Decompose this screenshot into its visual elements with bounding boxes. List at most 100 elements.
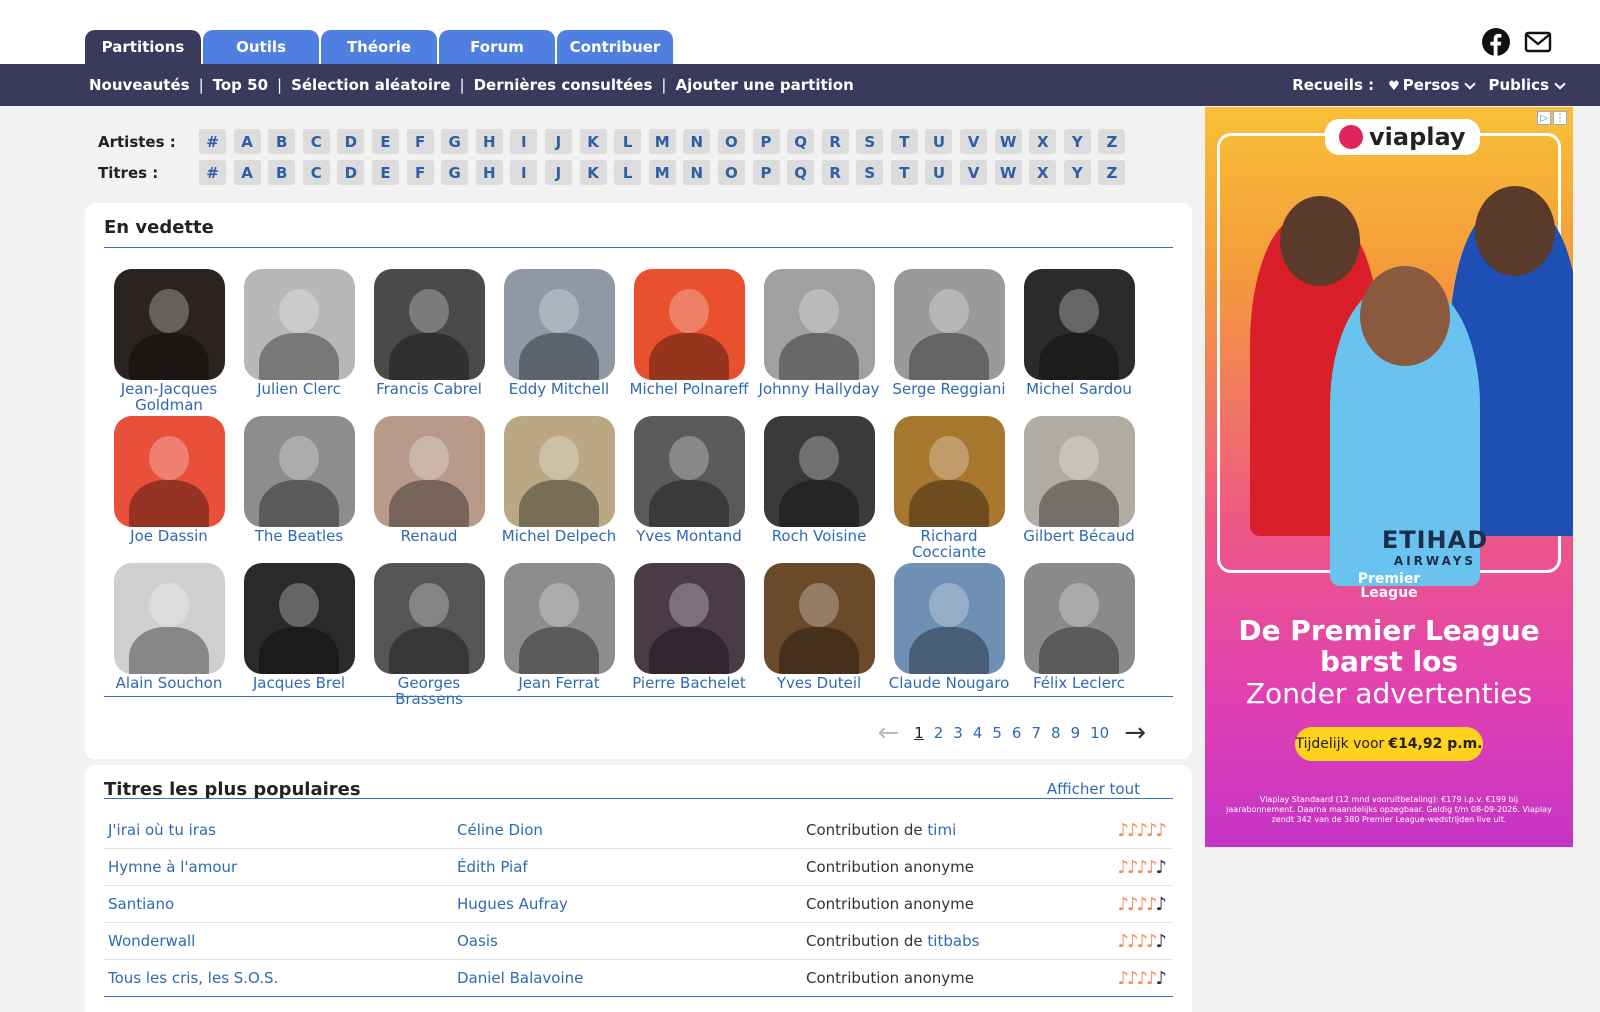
- song-artist-link[interactable]: Hugues Aufray: [457, 895, 806, 913]
- artist-name[interactable]: Alain Souchon: [104, 675, 234, 691]
- artist-photo[interactable]: [113, 563, 225, 674]
- song-artist-link[interactable]: Oasis: [457, 932, 806, 950]
- artist-name[interactable]: Félix Leclerc: [1014, 675, 1144, 691]
- titles-letter-h[interactable]: H: [475, 160, 503, 185]
- nav-ajouter-partition[interactable]: Ajouter une partition: [675, 76, 853, 94]
- titles-letter-j[interactable]: J: [544, 160, 572, 185]
- artist-name[interactable]: Yves Duteil: [754, 675, 884, 691]
- artist-photo[interactable]: [1023, 416, 1135, 527]
- mail-icon[interactable]: [1524, 28, 1552, 56]
- artists-letter-n[interactable]: N: [683, 129, 711, 154]
- titles-letter-l[interactable]: L: [614, 160, 642, 185]
- artist-name[interactable]: Francis Cabrel: [364, 381, 494, 397]
- song-artist-link[interactable]: Édith Piaf: [457, 858, 806, 876]
- artists-letter-o[interactable]: O: [717, 129, 745, 154]
- artists-letter-r[interactable]: R: [821, 129, 849, 154]
- titles-letter-d[interactable]: D: [337, 160, 365, 185]
- song-title-link[interactable]: Santiano: [104, 895, 457, 913]
- titles-letter-k[interactable]: K: [579, 160, 607, 185]
- featured-artist[interactable]: Roch Voisine: [754, 416, 884, 563]
- artists-letter-s[interactable]: S: [856, 129, 884, 154]
- song-title-link[interactable]: Hymne à l'amour: [104, 858, 457, 876]
- tab-theorie[interactable]: Théorie: [321, 30, 437, 64]
- artist-name[interactable]: Jacques Brel: [234, 675, 364, 691]
- artists-letter-h[interactable]: H: [475, 129, 503, 154]
- artist-photo[interactable]: [243, 416, 355, 527]
- facebook-icon[interactable]: [1482, 28, 1510, 56]
- nav-top-50[interactable]: Top 50: [213, 76, 268, 94]
- artist-name[interactable]: Michel Polnareff: [624, 381, 754, 397]
- artists-letter-t[interactable]: T: [890, 129, 918, 154]
- page-link[interactable]: 10: [1090, 724, 1109, 742]
- titles-letter-t[interactable]: T: [890, 160, 918, 185]
- artists-letter-z[interactable]: Z: [1098, 129, 1126, 154]
- artist-name[interactable]: Jean-Jacques Goldman: [104, 381, 234, 413]
- featured-artist[interactable]: Jean-Jacques Goldman: [104, 269, 234, 416]
- artists-letter-m[interactable]: M: [648, 129, 676, 154]
- titles-letter-a[interactable]: A: [233, 160, 261, 185]
- show-all-link[interactable]: Afficher tout: [1047, 780, 1140, 798]
- nav-selection-aleatoire[interactable]: Sélection aléatoire: [291, 76, 450, 94]
- prev-page-arrow-icon[interactable]: ←: [877, 720, 899, 746]
- featured-artist[interactable]: Julien Clerc: [234, 269, 364, 416]
- featured-artist[interactable]: Michel Polnareff: [624, 269, 754, 416]
- artist-name[interactable]: Johnny Hallyday: [754, 381, 884, 397]
- titles-letter-c[interactable]: C: [302, 160, 330, 185]
- titles-letter-x[interactable]: X: [1029, 160, 1057, 185]
- titles-letter-f[interactable]: F: [406, 160, 434, 185]
- titles-letter-b[interactable]: B: [268, 160, 296, 185]
- titles-letter-s[interactable]: S: [856, 160, 884, 185]
- artist-name[interactable]: Richard Cocciante: [884, 528, 1014, 560]
- artist-photo[interactable]: [763, 563, 875, 674]
- artist-name[interactable]: Renaud: [364, 528, 494, 544]
- publics-dropdown[interactable]: Publics: [1488, 76, 1566, 94]
- featured-artist[interactable]: Yves Duteil: [754, 563, 884, 710]
- titles-letter-n[interactable]: N: [683, 160, 711, 185]
- titles-letter-q[interactable]: Q: [787, 160, 815, 185]
- page-link[interactable]: 3: [953, 724, 963, 742]
- featured-artist[interactable]: Jean Ferrat: [494, 563, 624, 710]
- featured-artist[interactable]: Eddy Mitchell: [494, 269, 624, 416]
- contributor-link[interactable]: titbabs: [927, 932, 979, 950]
- song-title-link[interactable]: J'irai où tu iras: [104, 821, 457, 839]
- artist-photo[interactable]: [763, 269, 875, 380]
- artist-photo[interactable]: [893, 416, 1005, 527]
- featured-artist[interactable]: Claude Nougaro: [884, 563, 1014, 710]
- featured-artist[interactable]: Renaud: [364, 416, 494, 563]
- song-artist-link[interactable]: Céline Dion: [457, 821, 806, 839]
- artists-letter-c[interactable]: C: [302, 129, 330, 154]
- artist-photo[interactable]: [893, 563, 1005, 674]
- artist-photo[interactable]: [503, 269, 615, 380]
- artist-name[interactable]: Roch Voisine: [754, 528, 884, 544]
- artist-photo[interactable]: [243, 563, 355, 674]
- artists-letter-e[interactable]: E: [371, 129, 399, 154]
- tab-forum[interactable]: Forum: [439, 30, 555, 64]
- artist-photo[interactable]: [373, 416, 485, 527]
- page-link[interactable]: 9: [1071, 724, 1081, 742]
- artist-name[interactable]: Georges Brassens: [364, 675, 494, 707]
- featured-artist[interactable]: Jacques Brel: [234, 563, 364, 710]
- featured-artist[interactable]: Félix Leclerc: [1014, 563, 1144, 710]
- artists-letter-hash[interactable]: #: [199, 129, 226, 154]
- artist-photo[interactable]: [1023, 269, 1135, 380]
- titles-letter-o[interactable]: O: [717, 160, 745, 185]
- artist-photo[interactable]: [633, 269, 745, 380]
- featured-artist[interactable]: The Beatles: [234, 416, 364, 563]
- featured-artist[interactable]: Pierre Bachelet: [624, 563, 754, 710]
- artists-letter-d[interactable]: D: [337, 129, 365, 154]
- artist-photo[interactable]: [893, 269, 1005, 380]
- titles-letter-w[interactable]: W: [994, 160, 1022, 185]
- ad-cta-button[interactable]: Tijdelijk voor €14,92 p.m.: [1295, 727, 1483, 761]
- artist-photo[interactable]: [763, 416, 875, 527]
- titles-letter-hash[interactable]: #: [199, 160, 226, 185]
- titles-letter-u[interactable]: U: [925, 160, 953, 185]
- contributor-link[interactable]: timi: [927, 821, 956, 839]
- persos-dropdown[interactable]: ♥ Persos: [1388, 76, 1477, 94]
- artist-photo[interactable]: [373, 563, 485, 674]
- artist-name[interactable]: Joe Dassin: [104, 528, 234, 544]
- artists-letter-f[interactable]: F: [406, 129, 434, 154]
- titles-letter-v[interactable]: V: [960, 160, 988, 185]
- artists-letter-g[interactable]: G: [441, 129, 469, 154]
- featured-artist[interactable]: Francis Cabrel: [364, 269, 494, 416]
- page-link[interactable]: 6: [1012, 724, 1022, 742]
